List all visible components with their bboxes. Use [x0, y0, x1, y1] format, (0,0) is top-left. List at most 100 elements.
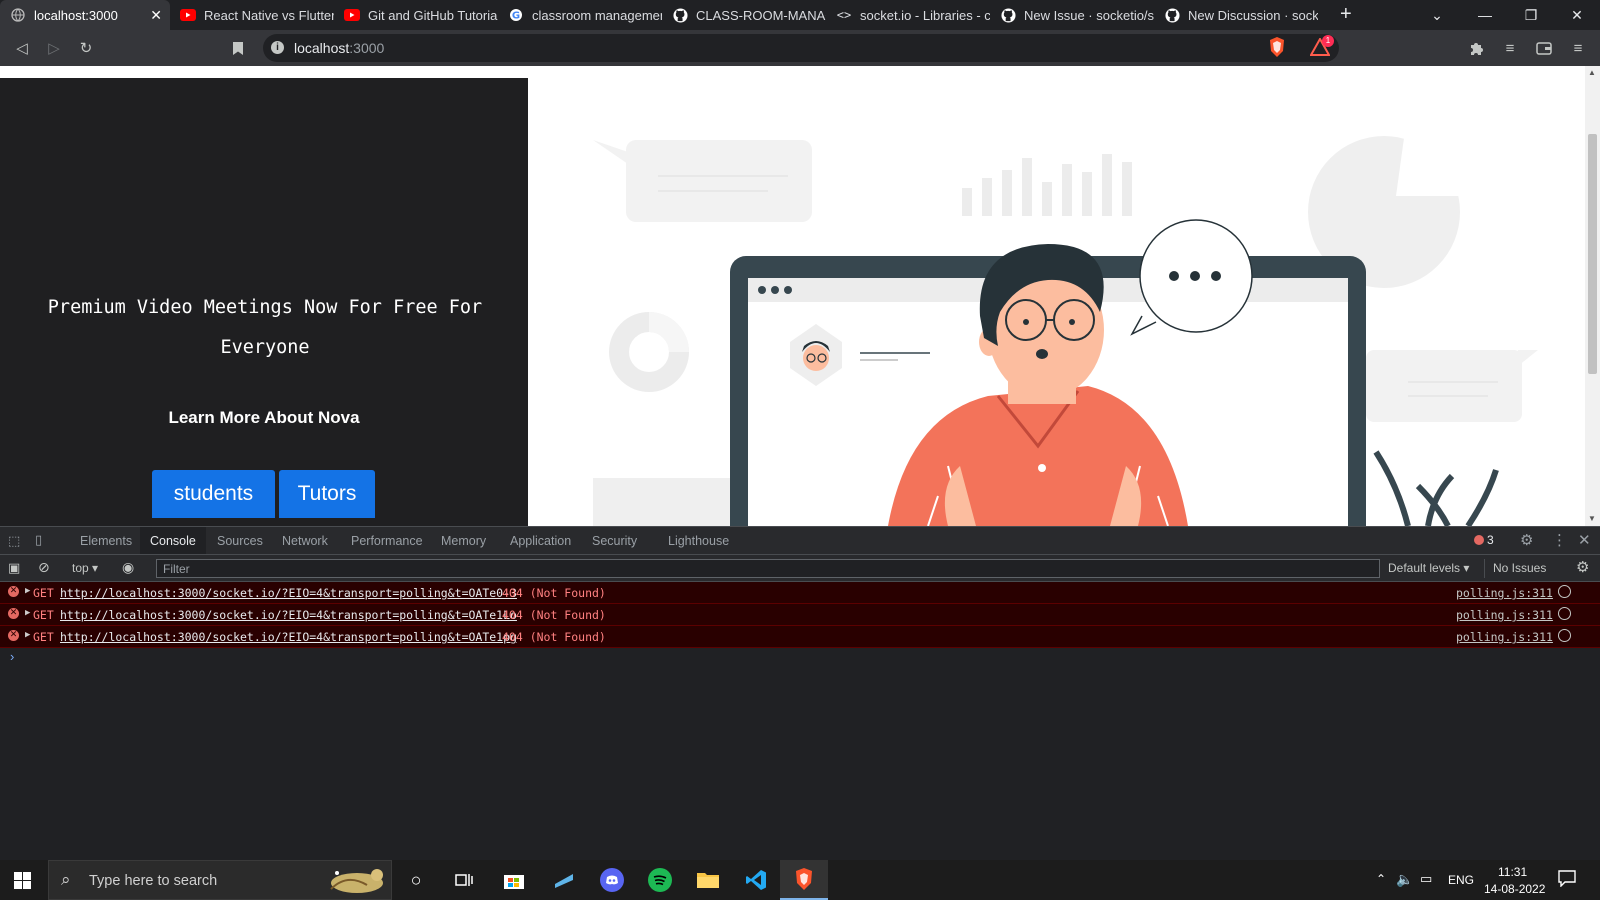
tab-lighthouse[interactable]: Lighthouse — [658, 527, 739, 554]
log-method: GET — [33, 630, 54, 644]
scroll-up-icon[interactable]: ▲ — [1588, 68, 1596, 77]
playlist-icon[interactable]: ≡ — [1498, 36, 1522, 60]
minimize-icon[interactable]: — — [1462, 0, 1508, 30]
log-status: 404 (Not Found) — [502, 608, 606, 622]
code-icon: <> — [836, 8, 852, 22]
error-icon: ✕ — [8, 586, 19, 597]
tab-google-classroom[interactable]: G classroom management — [498, 0, 662, 30]
console-error-row[interactable]: ✕ ▶ GET http://localhost:3000/socket.io/… — [0, 604, 1600, 626]
wallet-icon[interactable] — [1532, 36, 1556, 60]
network-request-icon[interactable] — [1558, 607, 1571, 620]
tab-github-classroom[interactable]: CLASS-ROOM-MANAGE — [662, 0, 826, 30]
brave-browser-icon[interactable] — [780, 860, 828, 900]
expand-arrow-icon[interactable]: ▶ — [25, 586, 30, 596]
log-source-link[interactable]: polling.js:311 — [1456, 586, 1553, 600]
console-error-row[interactable]: ✕ ▶ GET http://localhost:3000/socket.io/… — [0, 582, 1600, 604]
settings-gear-icon[interactable]: ⚙ — [1520, 531, 1533, 549]
tab-youtube-react-native[interactable]: React Native vs Flutter M — [170, 0, 334, 30]
tab-title: Git and GitHub Tutorials — [368, 7, 498, 23]
tab-memory[interactable]: Memory — [431, 527, 496, 554]
file-explorer-icon[interactable] — [684, 860, 732, 900]
taskbar-search-box[interactable]: ⌕ Type here to search — [48, 860, 392, 900]
notifications-icon[interactable] — [1558, 869, 1576, 892]
console-settings-gear-icon[interactable]: ⚙ — [1576, 558, 1589, 576]
youtube-icon — [180, 7, 196, 23]
expand-arrow-icon[interactable]: ▶ — [25, 608, 30, 618]
issues-button[interactable]: No Issues — [1484, 559, 1554, 578]
scroll-down-icon[interactable]: ▼ — [1588, 514, 1596, 523]
log-url-link[interactable]: http://localhost:3000/socket.io/?EIO=4&t… — [60, 630, 517, 644]
tab-socketio-libraries[interactable]: <> socket.io - Libraries - cd — [826, 0, 990, 30]
live-expression-eye-icon[interactable]: ◉ — [122, 559, 134, 576]
network-request-icon[interactable] — [1558, 585, 1571, 598]
microsoft-store-icon[interactable] — [490, 860, 538, 900]
back-icon[interactable]: ◁ — [10, 36, 34, 60]
bookmark-icon[interactable] — [226, 36, 250, 60]
log-source-link[interactable]: polling.js:311 — [1456, 630, 1553, 644]
task-view-icon[interactable] — [440, 860, 488, 900]
clock-date[interactable]: 14-08-2022 — [1484, 882, 1545, 896]
context-selector[interactable]: top ▾ — [72, 561, 98, 575]
address-bar[interactable]: i localhost:3000 — [263, 34, 1339, 62]
tab-github-new-issue[interactable]: New Issue · socketio/soc — [990, 0, 1154, 30]
page-scrollbar[interactable]: ▲ ▼ — [1585, 66, 1600, 526]
tab-youtube-git[interactable]: Git and GitHub Tutorials — [334, 0, 498, 30]
language-indicator[interactable]: ENG — [1448, 873, 1474, 887]
console-error-row[interactable]: ✕ ▶ GET http://localhost:3000/socket.io/… — [0, 626, 1600, 648]
error-counter[interactable]: 3 — [1474, 533, 1494, 547]
restore-icon[interactable]: ❐ — [1508, 0, 1554, 30]
expand-arrow-icon[interactable]: ▶ — [25, 630, 30, 640]
spotify-icon[interactable] — [636, 860, 684, 900]
sidebar-toggle-icon[interactable]: ▣ — [8, 560, 20, 576]
close-tab-icon[interactable]: ✕ — [150, 7, 162, 24]
tab-performance[interactable]: Performance — [341, 527, 433, 554]
tab-elements[interactable]: Elements — [70, 527, 142, 554]
discord-icon[interactable] — [588, 860, 636, 900]
tab-network[interactable]: Network — [272, 527, 338, 554]
clock-time[interactable]: 11:31 — [1498, 865, 1527, 879]
site-info-icon[interactable]: i — [271, 41, 284, 54]
network-icon[interactable]: ▭ — [1420, 871, 1432, 887]
url-text[interactable]: localhost:3000 — [294, 40, 384, 56]
extensions-icon[interactable] — [1464, 36, 1488, 60]
students-button[interactable]: students — [152, 470, 275, 518]
log-url-link[interactable]: http://localhost:3000/socket.io/?EIO=4&t… — [60, 586, 517, 600]
log-url-link[interactable]: http://localhost:3000/socket.io/?EIO=4&t… — [60, 608, 517, 622]
tab-search-icon[interactable]: ⌄ — [1414, 0, 1460, 30]
vscode-icon[interactable] — [732, 860, 780, 900]
close-window-icon[interactable]: ✕ — [1554, 0, 1600, 30]
reload-icon[interactable]: ↻ — [74, 36, 98, 60]
volume-icon[interactable]: 🔈 — [1396, 871, 1413, 888]
devtools-tab-bar: ⬚ ▯ Elements Console Sources Network Per… — [0, 527, 1600, 555]
log-source-link[interactable]: polling.js:311 — [1456, 608, 1553, 622]
tab-localhost[interactable]: localhost:3000 ✕ — [0, 0, 170, 30]
page-scroll-thumb[interactable] — [1588, 134, 1597, 374]
url-host: localhost — [294, 40, 350, 56]
tab-sources[interactable]: Sources — [207, 527, 273, 554]
network-request-icon[interactable] — [1558, 629, 1571, 642]
tutors-button[interactable]: Tutors — [279, 470, 375, 518]
clear-console-icon[interactable]: ⊘ — [38, 559, 50, 576]
file-transfer-app-icon[interactable] — [540, 860, 588, 900]
task-view-circle-icon[interactable]: ○ — [392, 860, 440, 900]
tab-security[interactable]: Security — [582, 527, 647, 554]
learn-more-link[interactable]: Learn More About Nova — [0, 408, 528, 428]
log-levels-dropdown[interactable]: Default levels ▾ — [1388, 561, 1469, 575]
tray-overflow-icon[interactable]: ⌃ — [1376, 872, 1386, 886]
brave-rewards-icon[interactable]: 1 — [1309, 35, 1334, 61]
console-filter-input[interactable]: Filter — [156, 559, 1380, 578]
windows-start-icon[interactable] — [14, 872, 32, 890]
close-devtools-icon[interactable]: ✕ — [1578, 531, 1591, 549]
inspect-element-icon[interactable]: ⬚ — [8, 533, 20, 549]
forward-icon[interactable]: ▷ — [42, 36, 66, 60]
console-prompt[interactable]: › — [10, 649, 14, 664]
new-tab-button[interactable]: + — [1340, 3, 1352, 26]
more-options-icon[interactable]: ⋮ — [1552, 531, 1567, 549]
menu-icon[interactable]: ≡ — [1566, 36, 1590, 60]
brave-shield-icon[interactable] — [1268, 37, 1286, 62]
tab-console[interactable]: Console — [140, 527, 206, 554]
device-toolbar-icon[interactable]: ▯ — [35, 532, 42, 548]
tab-application[interactable]: Application — [500, 527, 581, 554]
tab-github-new-discussion[interactable]: New Discussion · socket — [1154, 0, 1318, 30]
search-placeholder: Type here to search — [89, 873, 218, 889]
